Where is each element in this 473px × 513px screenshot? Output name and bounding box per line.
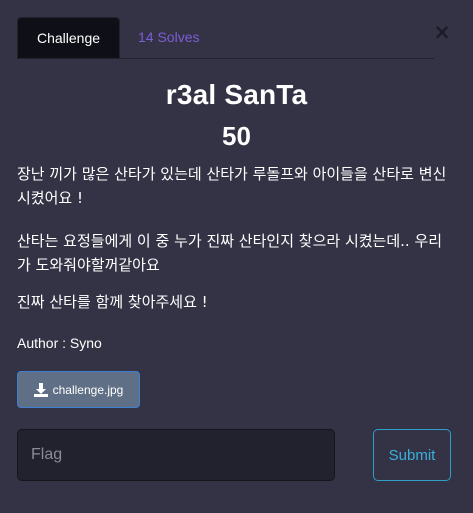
close-icon: ×: [433, 20, 451, 44]
challenge-modal: × Challenge 14 Solves r3al SanTa 50 장난 끼…: [0, 0, 473, 513]
description-paragraph-2: 산타는 요정들에게 이 중 누가 진짜 산타인지 찾으라 시켰는데.. 우리가 …: [17, 232, 443, 274]
description-paragraph-1: 장난 끼가 많은 산타가 있는데 산타가 루돌프와 아이들을 산타로 변신 시켰…: [17, 165, 447, 207]
flag-input[interactable]: [17, 429, 335, 481]
close-button[interactable]: ×: [431, 20, 453, 44]
download-file-button[interactable]: challenge.jpg: [17, 371, 140, 408]
download-icon: [33, 382, 48, 397]
file-name-label: challenge.jpg: [52, 382, 124, 397]
submit-button[interactable]: Submit: [373, 429, 451, 481]
tab-solves[interactable]: 14 Solves: [138, 17, 199, 58]
tab-challenge[interactable]: Challenge: [17, 17, 120, 58]
challenge-author: Author : Syno: [17, 335, 102, 351]
challenge-value: 50: [222, 121, 251, 151]
challenge-title: r3al SanTa: [165, 79, 308, 110]
description-paragraph-3: 진짜 산타를 함께 찾아주세요 !: [17, 293, 208, 311]
modal-tabs: Challenge 14 Solves: [17, 17, 434, 59]
